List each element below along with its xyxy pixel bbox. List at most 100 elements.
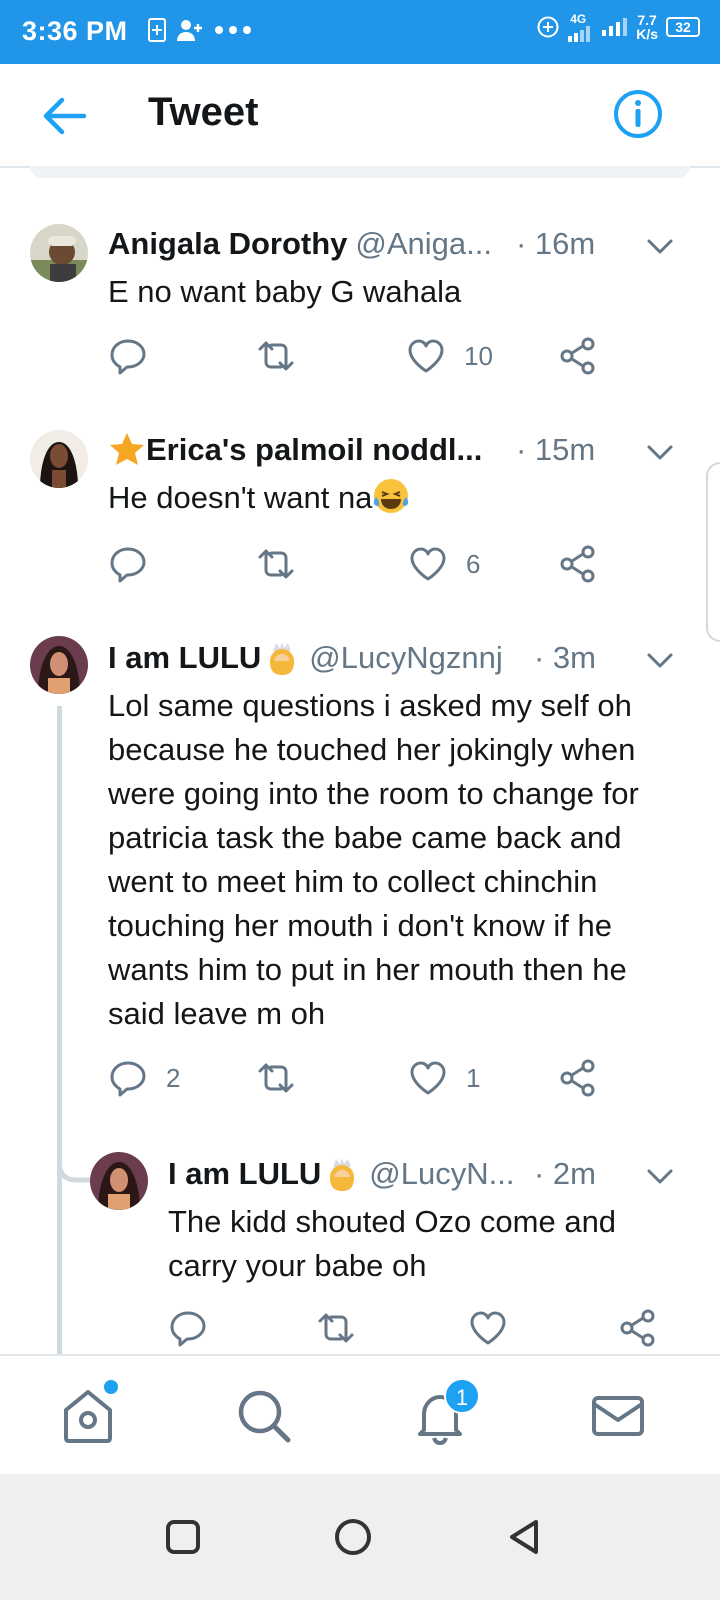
- tweet-text-row: He doesn't want na: [108, 476, 688, 520]
- messages-mail-icon[interactable]: [588, 1386, 648, 1446]
- share-button[interactable]: [558, 336, 598, 376]
- tweet-header: I am LULU @LucyN...: [168, 1154, 514, 1194]
- tweet-text: E no want baby G wahala: [108, 274, 462, 309]
- like-button[interactable]: 6: [408, 544, 480, 584]
- avatar[interactable]: [30, 636, 88, 694]
- tweet-time: · 3m: [534, 640, 596, 675]
- bottom-nav: 1: [0, 1354, 720, 1474]
- author-name[interactable]: Anigala Dorothy: [108, 226, 347, 262]
- reply-button[interactable]: [168, 1308, 226, 1348]
- search-icon[interactable]: [234, 1386, 294, 1446]
- author-handle[interactable]: @Aniga...: [355, 226, 492, 262]
- network-speed: 7.7 K/s: [636, 13, 658, 41]
- tweet-2[interactable]: Erica's palmoil noddl... · 15m He doesn'…: [0, 428, 720, 618]
- tweet-3[interactable]: I am LULU @LucyNgznnj · 3m Lol same ques…: [0, 636, 720, 1116]
- share-icon: [560, 337, 595, 375]
- status-bar: 3:36 PM 4G 7.7 K/s 32: [0, 0, 720, 64]
- tweet-header: Erica's palmoil noddl...: [108, 430, 482, 470]
- reply-icon: [170, 1311, 206, 1347]
- reply-button[interactable]: 2: [108, 1058, 180, 1098]
- tweet-time: · 15m: [516, 432, 596, 467]
- tweet-text: He doesn't want na: [108, 480, 373, 515]
- like-count: 1: [466, 1062, 481, 1093]
- avatar[interactable]: [30, 430, 88, 488]
- share-button[interactable]: [618, 1308, 658, 1348]
- retweet-button[interactable]: [256, 544, 314, 584]
- home-icon[interactable]: [58, 1386, 118, 1446]
- tweet-4[interactable]: I am LULU @LucyN... · 2m The kidd shoute…: [0, 1150, 720, 1354]
- heart-icon: [410, 547, 446, 581]
- network-speed-value: 7.7: [637, 12, 657, 28]
- author-name[interactable]: I am LULU: [108, 640, 261, 676]
- princess-emoji-icon: [270, 642, 295, 675]
- signal-bars-icon: [568, 26, 591, 42]
- share-button[interactable]: [558, 1058, 598, 1098]
- reply-count: 2: [166, 1062, 181, 1093]
- chevron-down-icon[interactable]: [646, 652, 674, 670]
- star-emoji-icon: [110, 433, 144, 465]
- share-icon: [560, 1059, 595, 1097]
- tweet-header: Anigala Dorothy @Aniga...: [108, 224, 492, 264]
- battery-indicator: 32: [666, 17, 700, 37]
- notifications-badge: 1: [444, 1378, 480, 1414]
- data-saver-icon: [537, 16, 559, 38]
- add-contact-icon: [177, 20, 202, 41]
- chevron-down-icon[interactable]: [646, 1168, 674, 1186]
- tweet-time: · 16m: [516, 226, 596, 261]
- reply-button[interactable]: [108, 336, 166, 376]
- share-button[interactable]: [558, 544, 598, 584]
- reply-icon: [110, 547, 146, 583]
- back-arrow-icon[interactable]: [40, 94, 88, 138]
- author-name[interactable]: Erica's palmoil noddl...: [146, 432, 482, 468]
- avatar[interactable]: [30, 224, 88, 282]
- signal-bars-2-icon: [602, 18, 628, 36]
- retweet-icon: [258, 1063, 294, 1093]
- princess-emoji-icon: [330, 1158, 355, 1191]
- share-icon: [560, 545, 595, 583]
- chevron-down-icon[interactable]: [646, 238, 674, 256]
- sim-card-icon: [148, 18, 166, 42]
- retweet-button[interactable]: [256, 336, 314, 376]
- heart-icon: [470, 1311, 506, 1345]
- heart-icon: [408, 339, 444, 373]
- tweet-time: · 2m: [534, 1156, 596, 1191]
- back-triangle-icon[interactable]: [504, 1516, 546, 1558]
- like-count: 10: [464, 340, 493, 371]
- reply-icon: [110, 1061, 146, 1097]
- chevron-down-icon[interactable]: [646, 444, 674, 462]
- author-handle[interactable]: @LucyNgznnj: [309, 640, 502, 676]
- retweet-icon: [258, 549, 294, 579]
- reply-button[interactable]: [108, 544, 166, 584]
- tweet-header: I am LULU @LucyNgznnj: [108, 638, 503, 678]
- app-header: Tweet: [0, 64, 720, 168]
- network-speed-unit: K/s: [636, 26, 658, 42]
- home-circle-icon[interactable]: [332, 1516, 374, 1558]
- tweet-actions: 6: [108, 544, 608, 588]
- system-nav-bar: [0, 1474, 720, 1600]
- scroll-shadow: [30, 166, 690, 178]
- like-button[interactable]: 1: [408, 1058, 480, 1098]
- status-left-icons: [148, 18, 252, 42]
- info-icon[interactable]: [612, 88, 664, 140]
- author-handle[interactable]: @LucyN...: [369, 1156, 514, 1192]
- reply-icon: [110, 339, 146, 375]
- tweet-1[interactable]: Anigala Dorothy @Aniga... · 16m E no wan…: [0, 222, 720, 412]
- author-name[interactable]: I am LULU: [168, 1156, 321, 1192]
- laughing-tears-emoji-icon: [374, 479, 409, 513]
- like-button[interactable]: [468, 1308, 526, 1348]
- home-new-dot: [104, 1380, 118, 1394]
- retweet-icon: [258, 341, 294, 371]
- recent-apps-icon[interactable]: [162, 1516, 204, 1558]
- network-type-label: 4G: [570, 12, 587, 26]
- more-dots-icon: [215, 26, 251, 34]
- tweet-actions: [168, 1308, 668, 1352]
- avatar[interactable]: [90, 1152, 148, 1210]
- page-title: Tweet: [148, 90, 259, 134]
- tweet-text: The kidd shouted Ozo come and carry your…: [168, 1204, 617, 1283]
- tweet-actions: 2 1: [108, 1058, 608, 1102]
- share-icon: [620, 1309, 655, 1347]
- retweet-button[interactable]: [316, 1308, 374, 1348]
- like-button[interactable]: 10: [406, 336, 493, 376]
- retweet-button[interactable]: [256, 1058, 314, 1098]
- tweet-text: Lol same questions i asked my self oh be…: [108, 688, 639, 1031]
